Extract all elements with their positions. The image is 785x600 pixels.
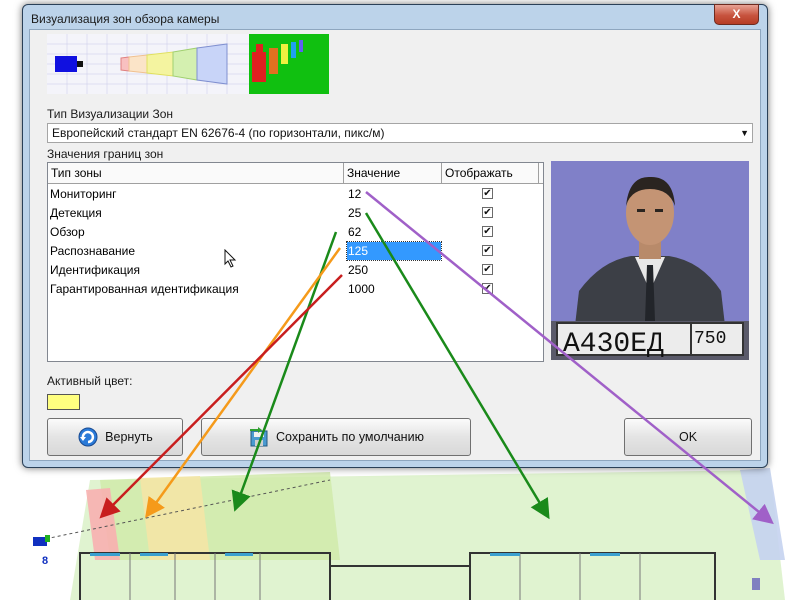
- zone-type-label: Тип Визуализации Зон: [47, 107, 173, 121]
- show-checkbox[interactable]: ✔: [482, 264, 493, 275]
- revert-button[interactable]: Вернуть: [47, 418, 183, 456]
- table-header: Тип зоны Значение Отображать: [48, 163, 543, 184]
- zone-value[interactable]: 12: [347, 185, 441, 203]
- save-default-button-label: Сохранить по умолчанию: [276, 430, 424, 444]
- show-checkbox[interactable]: ✔: [482, 283, 493, 294]
- active-color-label: Активный цвет:: [47, 374, 133, 388]
- zone-name: Мониторинг: [50, 187, 117, 201]
- show-checkbox[interactable]: ✔: [482, 245, 493, 256]
- zone-value[interactable]: 1000: [347, 280, 441, 298]
- zones-preview-image: [47, 34, 329, 94]
- camera-zones-dialog: Визуализация зон обзора камеры X Тип Виз…: [22, 4, 768, 468]
- table-row[interactable]: Мониторинг 12 ✔: [48, 185, 543, 204]
- mouse-cursor-icon: [224, 249, 237, 268]
- save-default-button[interactable]: Сохранить по умолчанию: [201, 418, 471, 456]
- header-show[interactable]: Отображать: [442, 163, 539, 183]
- reference-photo: А430ЕД 750: [551, 161, 749, 360]
- plate-number: А430ЕД: [563, 329, 664, 360]
- zones-table: Тип зоны Значение Отображать Мониторинг …: [47, 162, 544, 362]
- camera-number: 8: [42, 555, 48, 567]
- zone-type-selected-value: Европейский стандарт EN 62676-4 (по гори…: [52, 126, 385, 140]
- ok-button-label: OK: [678, 430, 698, 444]
- ok-button[interactable]: OK: [624, 418, 752, 456]
- zone-value[interactable]: 25: [347, 204, 441, 222]
- zone-name: Распознавание: [50, 244, 136, 258]
- revert-button-label: Вернуть: [105, 430, 153, 444]
- zone-name: Идентификация: [50, 263, 140, 277]
- table-row[interactable]: Распознавание 125 ✔: [48, 241, 543, 261]
- zone-values-label: Значения границ зон: [47, 147, 164, 161]
- window-title: Визуализация зон обзора камеры: [31, 12, 220, 26]
- plate-region: 750: [694, 329, 726, 349]
- close-button[interactable]: X: [714, 4, 759, 25]
- zone-name: Обзор: [50, 225, 85, 239]
- zone-name: Детекция: [50, 206, 102, 220]
- table-row[interactable]: Гарантированная идентификация 1000 ✔: [48, 280, 543, 299]
- zone-value[interactable]: 62: [347, 223, 441, 241]
- chevron-down-icon[interactable]: ▼: [740, 124, 749, 142]
- dialog-client-area: Тип Визуализации Зон Европейский стандар…: [29, 29, 761, 461]
- header-zone-type[interactable]: Тип зоны: [48, 163, 344, 183]
- save-icon: [250, 427, 268, 447]
- show-checkbox[interactable]: ✔: [482, 188, 493, 199]
- show-checkbox[interactable]: ✔: [482, 226, 493, 237]
- table-row[interactable]: Идентификация 250 ✔: [48, 261, 543, 280]
- zone-value[interactable]: 250: [347, 261, 441, 279]
- table-row[interactable]: Обзор 62 ✔: [48, 223, 543, 242]
- zone-value-selected[interactable]: 125: [346, 241, 442, 261]
- show-checkbox[interactable]: ✔: [482, 207, 493, 218]
- table-row[interactable]: Детекция 25 ✔: [48, 204, 543, 223]
- zone-name: Гарантированная идентификация: [50, 282, 239, 296]
- active-color-swatch[interactable]: [47, 394, 80, 410]
- header-value[interactable]: Значение: [344, 163, 442, 183]
- refresh-icon: [78, 427, 98, 447]
- zone-type-select[interactable]: Европейский стандарт EN 62676-4 (по гори…: [47, 123, 753, 143]
